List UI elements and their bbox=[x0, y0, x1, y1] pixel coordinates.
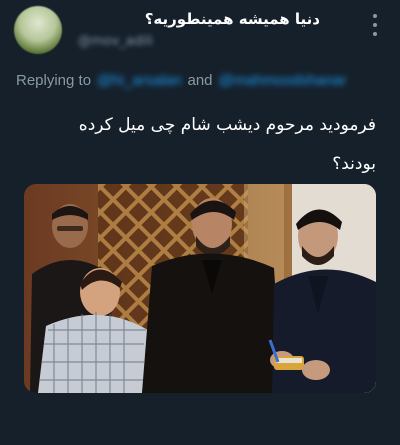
tweet[interactable]: دنیا همیشه همینطوریه؟ @mov_adili Replyin… bbox=[0, 0, 400, 445]
tweet-photo[interactable] bbox=[24, 184, 376, 393]
photo-scene bbox=[24, 184, 376, 393]
display-name[interactable]: دنیا همیشه همینطوریه؟ bbox=[145, 10, 320, 28]
avatar[interactable] bbox=[14, 6, 62, 54]
replying-to-line: Replying to @hi_arsalan and @mahmoodshan… bbox=[16, 70, 346, 90]
reply-mention-link[interactable]: @mahmoodshanar bbox=[219, 72, 347, 89]
tweet-text: فرمودید مرحوم دیشب شام چی میل کرده بودند… bbox=[78, 115, 376, 174]
reply-joiner: and bbox=[187, 71, 213, 89]
replying-to-label: Replying to bbox=[16, 71, 92, 89]
reply-mention-link[interactable]: @hi_arsalan bbox=[97, 72, 181, 89]
handle[interactable]: @mov_adili bbox=[78, 34, 164, 48]
more-options-icon[interactable] bbox=[372, 14, 378, 36]
